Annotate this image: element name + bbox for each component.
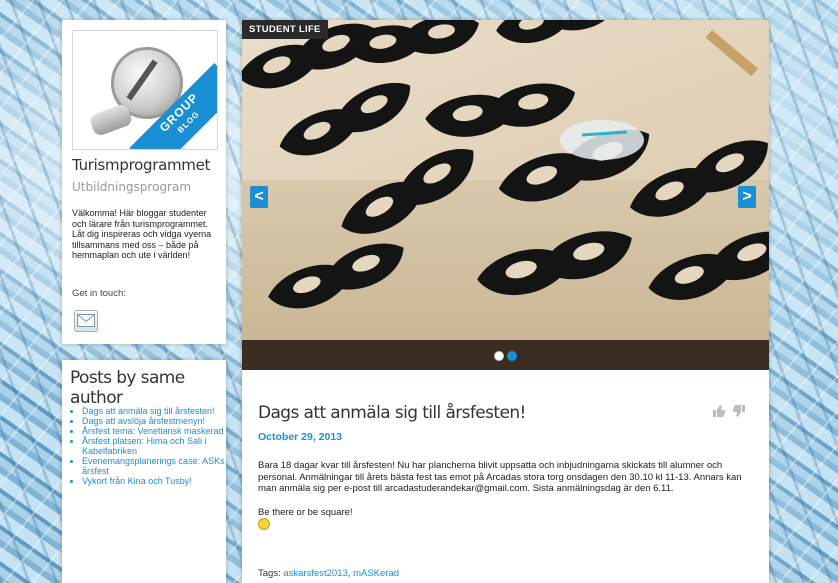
slider-dots xyxy=(494,348,520,366)
tags-label: Tags: xyxy=(258,568,281,579)
post-paragraph: Bara 18 dagar kvar till årsfesten! Nu ha… xyxy=(258,460,742,495)
post-date: October 29, 2013 xyxy=(258,431,343,443)
mail-icon xyxy=(77,314,95,327)
list-item: Dags att anmäla sig till årsfesten! xyxy=(82,406,232,416)
profile-card: GROUP BLOG Turismprogrammet Utbildningsp… xyxy=(62,20,226,344)
list-item: Evenemangsplanerings case: ASKs årsfest xyxy=(82,456,232,476)
thumbs-up-icon[interactable] xyxy=(712,404,726,422)
list-item: Dags att avslöja årsfestmenyn! xyxy=(82,416,232,426)
blog-type: Utbildningsprogram xyxy=(72,180,192,194)
post-link[interactable]: Årsfest platsen: Hima och Sali i Kabelfa… xyxy=(82,436,207,456)
posts-by-author-list: Dags att anmäla sig till årsfesten! Dags… xyxy=(70,406,232,486)
post-link[interactable]: Evenemangsplanerings case: ASKs årsfest xyxy=(82,456,225,476)
post-body: Bara 18 dagar kvar till årsfesten! Nu ha… xyxy=(258,460,758,534)
image-slider: STUDENT LIFE < > xyxy=(242,20,769,370)
posts-by-author-card: Posts by same author Dags att anmäla sig… xyxy=(62,360,226,583)
post-link[interactable]: Vykort från Kina och Tusby! xyxy=(82,476,192,486)
post-title[interactable]: Dags att anmäla sig till årsfesten! xyxy=(258,403,526,423)
list-item: Årsfest tema: Venetiansk maskerad xyxy=(82,426,232,436)
list-item: Vykort från Kina och Tusby! xyxy=(82,476,232,486)
masks-photo xyxy=(242,20,769,320)
post-link[interactable]: Dags att avslöja årsfestmenyn! xyxy=(82,416,205,426)
post-link[interactable]: Dags att anmäla sig till årsfesten! xyxy=(82,406,215,416)
slider-dot-active[interactable] xyxy=(507,351,517,361)
post-paragraph: Be there or be square! xyxy=(258,506,353,518)
slider-dot[interactable] xyxy=(494,351,504,361)
blog-title[interactable]: Turismprogrammet xyxy=(72,156,210,174)
smiley-icon xyxy=(258,518,270,531)
post-tags: Tags: askarsfest2013, mASKerad xyxy=(258,568,400,579)
category-tag[interactable]: STUDENT LIFE xyxy=(242,20,328,39)
email-contact-button[interactable] xyxy=(74,310,98,332)
slider-next-button[interactable]: > xyxy=(738,186,756,208)
main-content: STUDENT LIFE < > Dags att anmäla sig til… xyxy=(242,20,769,583)
tag-link[interactable]: mASKerad xyxy=(353,568,399,579)
blog-description: Välkomma! Här bloggar studenter och lära… xyxy=(72,208,212,260)
posts-by-author-heading: Posts by same author xyxy=(70,368,185,408)
list-item: Årsfest platsen: Hima och Sali i Kabelfa… xyxy=(82,436,232,456)
post-link[interactable]: Årsfest tema: Venetiansk maskerad xyxy=(82,426,224,436)
compass-base xyxy=(88,102,134,138)
thumbs-down-icon[interactable] xyxy=(732,404,746,422)
get-in-touch-label: Get in touch: xyxy=(72,288,126,299)
tag-link[interactable]: askarsfest2013 xyxy=(283,568,347,579)
slider-prev-button[interactable]: < xyxy=(250,186,268,208)
group-blog-logo[interactable]: GROUP BLOG xyxy=(72,30,218,150)
